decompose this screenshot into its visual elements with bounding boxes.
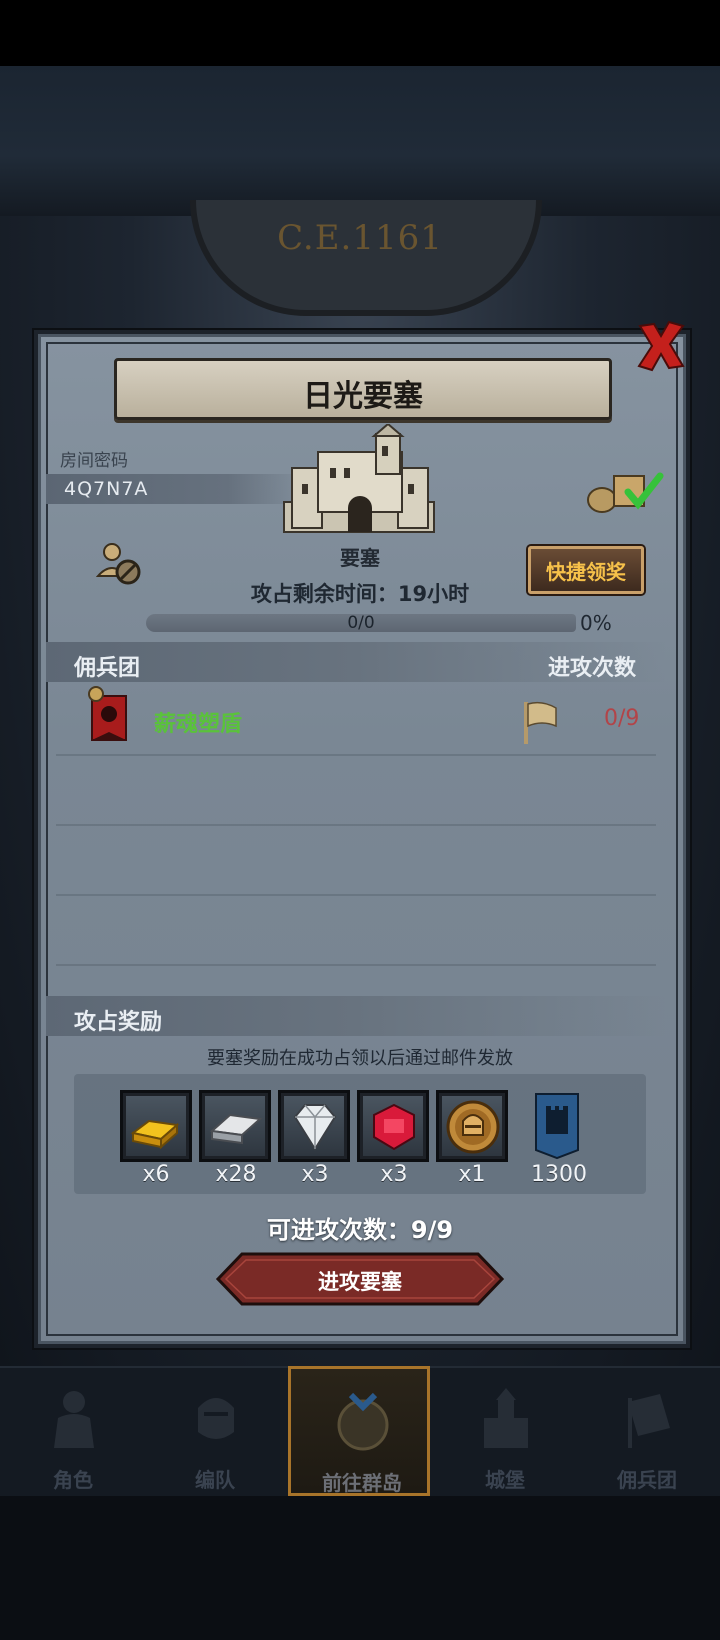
reward-qty: x1 <box>458 1162 486 1187</box>
reward-item[interactable] <box>357 1090 429 1162</box>
dialog-title: 日光要塞 <box>303 379 423 414</box>
list-item[interactable] <box>54 680 658 754</box>
reward-item[interactable] <box>199 1090 271 1162</box>
gold-bar-icon <box>130 1119 180 1150</box>
nav-label: 前往群岛 <box>322 1471 402 1495</box>
reward-qty: x6 <box>142 1162 170 1187</box>
top-black-bar <box>0 0 720 66</box>
row-divider <box>56 894 656 896</box>
castle-icon <box>283 424 435 533</box>
background-band <box>0 66 720 216</box>
ruby-icon <box>373 1103 415 1151</box>
mercenary-attack-count: 0/9 <box>604 706 640 731</box>
reward-qty: x28 <box>215 1162 257 1187</box>
reward-qty: x3 <box>380 1162 408 1187</box>
formation-icon <box>198 1398 234 1439</box>
progress-percent: 0% <box>580 611 612 635</box>
reward-note: 要塞奖励在成功占领以后通过邮件发放 <box>207 1048 513 1069</box>
progress-text: 0/0 <box>347 613 375 633</box>
reward-qty: x3 <box>301 1162 329 1187</box>
nav-character[interactable]: 角色 <box>2 1366 144 1496</box>
mercenary-name: 薪魂塑盾 <box>154 712 243 737</box>
nav-castle[interactable]: 城堡 <box>434 1366 576 1496</box>
islands-icon <box>337 1392 389 1451</box>
nav-label: 城堡 <box>485 1468 525 1492</box>
bottom-area <box>0 1496 720 1640</box>
attacks-header: 进攻次数 <box>548 656 637 681</box>
nav-islands[interactable]: 前往群岛 <box>288 1366 430 1496</box>
attack-fortress-label: 进攻要塞 <box>318 1270 402 1294</box>
reward-bag-check-icon[interactable] <box>584 466 666 516</box>
knight-coin-icon <box>446 1100 500 1154</box>
title-banner: 日光要塞 <box>114 358 612 420</box>
reward-item[interactable] <box>120 1090 192 1162</box>
iron-bar-icon <box>209 1113 263 1145</box>
reward-qty: 1300 <box>531 1162 587 1187</box>
era-label: C.E.1161 <box>277 218 443 258</box>
reward-item[interactable] <box>436 1090 508 1162</box>
nav-mercenary[interactable]: 佣兵团 <box>576 1366 718 1496</box>
row-divider <box>56 754 656 756</box>
nav-label: 佣兵团 <box>617 1468 677 1492</box>
close-icon[interactable] <box>636 320 686 372</box>
fortress-banner-icon[interactable] <box>532 1090 582 1160</box>
row-divider <box>56 824 656 826</box>
nav-label: 角色 <box>53 1468 93 1492</box>
mercenary-banner-icon <box>88 686 127 741</box>
mercenary-header: 佣兵团 <box>74 656 141 681</box>
room-code-label: 房间密码 <box>60 451 128 471</box>
person-blocked-icon[interactable] <box>96 540 144 588</box>
reward-header: 攻占奖励 <box>74 1010 163 1035</box>
castle-icon <box>484 1388 528 1448</box>
nav-label: 编队 <box>195 1468 235 1492</box>
diamond-icon <box>293 1104 337 1151</box>
flag-icon <box>524 701 557 744</box>
nav-formation[interactable]: 编队 <box>144 1366 286 1496</box>
attacks-available: 可进攻次数：9/9 <box>266 1216 454 1244</box>
character-icon <box>54 1391 94 1448</box>
mercenary-icon <box>628 1394 670 1448</box>
room-code-value: 4Q7N7A <box>64 478 149 500</box>
reward-item[interactable] <box>278 1090 350 1162</box>
row-divider <box>56 964 656 966</box>
quick-claim-button[interactable]: 快捷领奖 <box>528 546 644 594</box>
